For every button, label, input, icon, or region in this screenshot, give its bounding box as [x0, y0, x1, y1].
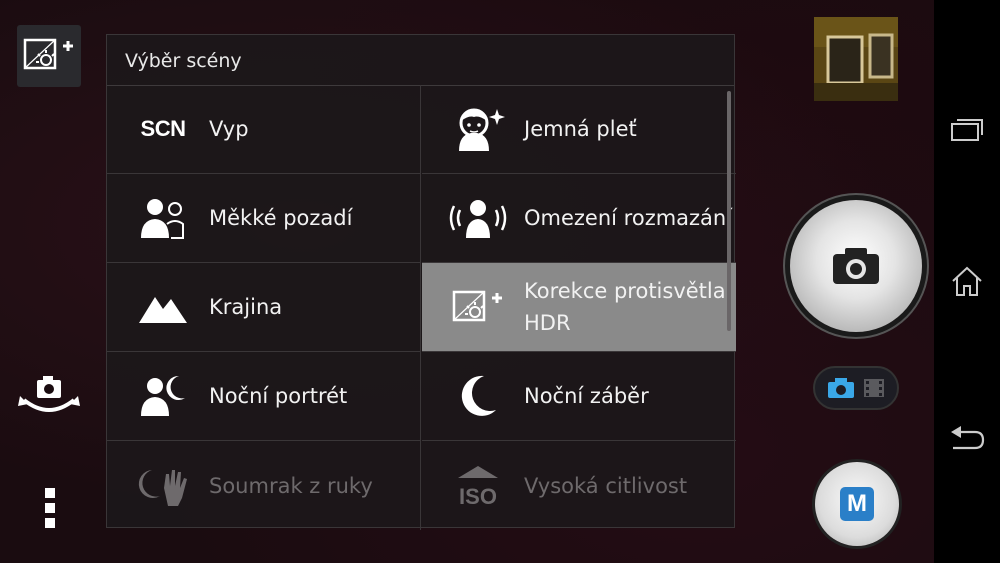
scene-item-label: Noční portrét: [209, 384, 348, 408]
scene-item-label: Noční záběr: [524, 384, 649, 408]
scene-item-label: Soumrak z ruky: [209, 473, 373, 498]
night-portrait-icon: [127, 371, 199, 421]
high-sensitivity-icon: ISO: [442, 461, 514, 511]
manual-mode-label: M: [840, 487, 874, 521]
home-icon: [952, 266, 982, 296]
handheld-twilight-icon: [127, 461, 199, 511]
landscape-icon: [127, 282, 199, 332]
photo-video-mode-switch[interactable]: [813, 366, 899, 410]
scene-selection-panel: Výběr scény SCN Vyp Jemná pleť Měkké poz…: [106, 34, 736, 530]
night-scene-icon: [442, 371, 514, 421]
switch-camera-icon: [18, 376, 80, 412]
scene-item-night-scene[interactable]: Noční záběr: [422, 352, 736, 441]
soft-skin-icon: [442, 104, 514, 154]
scene-item-label: Korekce protisvětla HDR: [524, 279, 726, 335]
backlight-hdr-icon: [23, 38, 73, 70]
scene-item-label: Krajina: [209, 295, 283, 319]
back-icon: [951, 426, 985, 450]
last-photo-thumbnail[interactable]: [814, 17, 898, 101]
recent-apps-button[interactable]: [948, 110, 986, 148]
backlight-hdr-icon: [442, 282, 514, 332]
scene-item-landscape[interactable]: Krajina: [107, 263, 421, 352]
photo-mode-icon: [828, 378, 854, 398]
manual-mode-button[interactable]: M: [815, 462, 899, 546]
scene-item-label: Vyp: [209, 117, 249, 141]
system-nav-bar: [934, 0, 1000, 563]
scene-item-label: Měkké pozadí: [209, 206, 353, 230]
anti-motion-blur-icon: [442, 193, 514, 243]
scene-item-label: Jemná pleť: [524, 117, 637, 141]
soft-snap-icon: [127, 193, 199, 243]
recent-apps-icon: [951, 119, 983, 141]
back-button[interactable]: [948, 420, 986, 458]
scene-item-soft-snap[interactable]: Měkké pozadí: [107, 174, 421, 263]
scene-item-night-portrait[interactable]: Noční portrét: [107, 352, 421, 441]
camera-icon: [833, 248, 879, 284]
scene-item-soft-skin[interactable]: Jemná pleť: [422, 85, 736, 174]
video-mode-icon: [864, 379, 884, 397]
home-button[interactable]: [948, 262, 986, 300]
scene-item-label: Omezení rozmazání: [524, 206, 733, 230]
thumbnail-image: [814, 17, 898, 101]
scene-item-backlight-hdr[interactable]: Korekce protisvětla HDR: [422, 263, 736, 352]
switch-camera-button[interactable]: [14, 368, 84, 424]
scene-item-off[interactable]: SCN Vyp: [107, 85, 421, 174]
scn-icon: SCN: [140, 116, 186, 141]
panel-scrollbar[interactable]: [727, 91, 731, 331]
scene-item-handheld-twilight[interactable]: Soumrak z ruky: [107, 441, 421, 530]
panel-title: Výběr scény: [107, 35, 734, 86]
scene-item-anti-motion-blur[interactable]: Omezení rozmazání: [422, 174, 736, 263]
svg-text:ISO: ISO: [459, 484, 497, 509]
scene-item-high-sensitivity[interactable]: ISO Vysoká citlivost: [422, 441, 736, 530]
scene-hdr-button[interactable]: [17, 25, 81, 87]
more-vertical-icon: [45, 488, 55, 528]
more-options-button[interactable]: [38, 484, 62, 532]
shutter-button[interactable]: [790, 200, 922, 332]
scene-item-label: Vysoká citlivost: [524, 473, 688, 498]
